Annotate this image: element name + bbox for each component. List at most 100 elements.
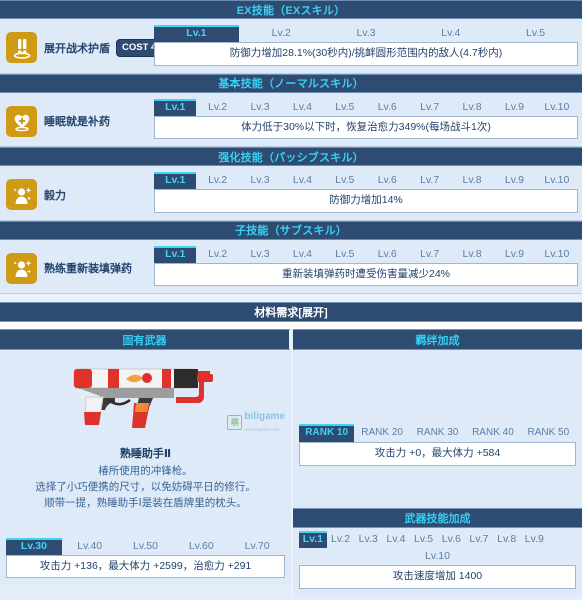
weapon-level-tabs: Lv.30 Lv.40 Lv.50 Lv.60 Lv.70 [6, 537, 285, 555]
weapon-level-tab[interactable]: Lv.30 [6, 537, 62, 555]
level-tab[interactable]: Lv.1 [154, 172, 197, 190]
shield-exclamation-icon [6, 32, 37, 63]
weapon-skill-level-tab[interactable]: Lv.2 [327, 531, 355, 548]
level-tab[interactable]: Lv.4 [408, 25, 493, 42]
level-tab[interactable]: Lv.9 [493, 172, 535, 189]
materials-gap [0, 294, 582, 303]
weapon-stats: 攻击力 +136，最大体力 +2599，治愈力 +291 [6, 554, 285, 579]
watermark-mark: 萌 [227, 414, 243, 430]
level-tab[interactable]: Lv.9 [493, 246, 535, 263]
weapon-column-header: 固有武器 [0, 329, 291, 351]
bond-rank-tab[interactable]: RANK 20 [354, 424, 409, 442]
bond-rank-tab[interactable]: RANK 40 [465, 424, 520, 442]
level-tab[interactable]: Lv.3 [239, 99, 281, 116]
materials-header[interactable]: 材料需求 [展开] [0, 302, 582, 323]
weapon-description: 椿所使用的冲锋枪。 选择了小巧便携的尺寸，以免妨碍平日的修行。 顺带一提，熟睡助… [0, 464, 291, 517]
level-tab[interactable]: Lv.2 [196, 172, 238, 189]
bond-stats: 攻击力 +0，最大体力 +584 [299, 442, 576, 466]
level-tab[interactable]: Lv.8 [451, 99, 493, 116]
weapon-skill-level-tab[interactable]: Lv.3 [354, 531, 382, 548]
weapon-skill-level-tab[interactable]: Lv.7 [465, 531, 493, 548]
bond-rank-tab[interactable]: RANK 30 [410, 424, 465, 442]
skill-levels-ex: Lv.1 Lv.2 Lv.3 Lv.4 Lv.5 防御力增加28.1%(30秒内… [154, 25, 578, 66]
weapon-skill-level-tab[interactable]: Lv.8 [493, 531, 521, 548]
level-tab[interactable]: Lv.10 [536, 172, 578, 189]
level-tabs-passive: Lv.1 Lv.2 Lv.3 Lv.4 Lv.5 Lv.6 Lv.7 Lv.8 … [154, 172, 578, 190]
level-tab[interactable]: Lv.7 [408, 172, 450, 189]
watermark-title: biligame [244, 411, 285, 423]
weapon-skill-level-tab[interactable]: Lv.1 [299, 530, 327, 548]
level-tab[interactable]: Lv.1 [154, 245, 197, 263]
weapon-level-tab[interactable]: Lv.40 [62, 538, 118, 555]
weapon-description-line: 顺带一提，熟睡助手Ⅰ是装在盾牌里的枕头。 [44, 496, 247, 509]
weapon-skill-level-tab[interactable]: Lv.6 [437, 531, 465, 548]
weapon-level-tab[interactable]: Lv.50 [118, 538, 174, 555]
level-tab[interactable]: Lv.6 [366, 246, 408, 263]
skill-name-normal: 睡眠就是补药 [44, 116, 110, 129]
level-tab[interactable]: Lv.4 [281, 246, 323, 263]
skill-name-passive: 毅力 [44, 189, 66, 202]
skill-row-passive: 毅力 Lv.1 Lv.2 Lv.3 Lv.4 Lv.5 Lv.6 Lv.7 Lv… [0, 166, 582, 221]
level-tab[interactable]: Lv.1 [154, 25, 239, 42]
weapon-skill-level-tab[interactable]: Lv.9 [521, 531, 549, 548]
level-tab[interactable]: Lv.6 [366, 99, 408, 116]
bond-rank-tab[interactable]: RANK 50 [521, 424, 576, 442]
skill-identity-normal: 睡眠就是补药 [6, 99, 154, 137]
skill-row-sub: 熟练重新装填弹药 Lv.1 Lv.2 Lv.3 Lv.4 Lv.5 Lv.6 L… [0, 239, 582, 295]
level-tab[interactable]: Lv.2 [196, 99, 238, 116]
level-tab[interactable]: Lv.6 [366, 172, 408, 189]
bond-spacer-top [293, 350, 582, 421]
level-tab[interactable]: Lv.5 [324, 246, 366, 263]
level-tab[interactable]: Lv.4 [281, 99, 323, 116]
weapon-image: 萌 biligame wiki.biligame.com [0, 350, 291, 443]
level-tab[interactable]: Lv.3 [239, 172, 281, 189]
materials-expand-toggle[interactable]: [展开] [298, 304, 327, 320]
skill-description-sub: 重新装填弹药时遭受伤害量减少24% [154, 262, 578, 287]
level-tab[interactable]: Lv.2 [239, 25, 324, 42]
level-tab[interactable]: Lv.10 [536, 99, 578, 116]
level-tab[interactable]: Lv.3 [324, 25, 409, 42]
skill-description-ex: 防御力增加28.1%(30秒内)/挑衅圆形范围内的敌人(4.7秒内) [154, 42, 578, 66]
bond-column-header: 羁绊加成 [293, 329, 582, 351]
bond-rank-tabs: RANK 10 RANK 20 RANK 30 RANK 40 RANK 50 [299, 424, 576, 443]
level-tab[interactable]: Lv.7 [408, 246, 450, 263]
weapon-description-line: 选择了小巧便携的尺寸，以免妨碍平日的修行。 [35, 481, 256, 494]
weapon-column-body: 萌 biligame wiki.biligame.com 熟睡助手Ⅱ 椿所使用的… [0, 350, 291, 585]
level-tab[interactable]: Lv.5 [493, 25, 578, 42]
level-tab[interactable]: Lv.2 [196, 246, 238, 263]
skill-identity-sub: 熟练重新装填弹药 [6, 246, 154, 284]
weapon-level-tab[interactable]: Lv.60 [173, 538, 229, 555]
weapon-column: 固有武器 萌 biligame wiki.biligame.com 熟睡助手Ⅱ … [0, 329, 291, 594]
weapon-description-line: 椿所使用的冲锋枪。 [98, 465, 193, 478]
level-tab[interactable]: Lv.7 [408, 99, 450, 116]
level-tab[interactable]: Lv.9 [493, 99, 535, 116]
weapon-skill-level-tab[interactable]: Lv.5 [410, 531, 438, 548]
bond-column: 羁绊加成 RANK 10 RANK 20 RANK 30 RANK 40 RAN… [293, 329, 582, 595]
level-tab[interactable]: Lv.8 [451, 172, 493, 189]
weapon-skill-header: 武器技能加成 [293, 507, 582, 528]
materials-title: 材料需求 [254, 307, 299, 320]
section-title-sub: 子技能（サブスキル） [0, 220, 582, 240]
skill-description-normal: 体力低于30%以下时，恢复治愈力349%(每场战斗1次) [154, 115, 578, 140]
skill-identity-passive: 毅力 [6, 172, 154, 211]
level-tab[interactable]: Lv.8 [451, 246, 493, 263]
level-tab[interactable]: Lv.3 [239, 246, 281, 263]
weapon-skill-level-tab[interactable]: Lv.10 [299, 548, 576, 565]
bond-rank-tab[interactable]: RANK 10 [299, 424, 355, 443]
level-tab[interactable]: Lv.1 [154, 98, 197, 116]
character-sparkle-icon [6, 179, 37, 211]
level-tab[interactable]: Lv.10 [536, 246, 578, 263]
weapon-skill-level-tab[interactable]: Lv.4 [382, 531, 410, 548]
skill-name-sub: 熟练重新装填弹药 [44, 263, 132, 276]
bond-rank-block: RANK 10 RANK 20 RANK 30 RANK 40 RANK 50 … [293, 420, 582, 466]
weapon-level-tab[interactable]: Lv.70 [229, 538, 285, 555]
level-tabs-sub: Lv.1 Lv.2 Lv.3 Lv.4 Lv.5 Lv.6 Lv.7 Lv.8 … [154, 245, 578, 263]
level-tabs-ex: Lv.1 Lv.2 Lv.3 Lv.4 Lv.5 [154, 25, 578, 42]
level-tab[interactable]: Lv.5 [324, 172, 366, 189]
detail-columns: 固有武器 萌 biligame wiki.biligame.com 熟睡助手Ⅱ … [0, 329, 582, 595]
level-tab[interactable]: Lv.5 [324, 99, 366, 116]
weapon-spacer [0, 517, 291, 538]
level-tab[interactable]: Lv.4 [281, 172, 323, 189]
weapon-skill-stats: 攻击速度增加 1400 [299, 564, 576, 589]
level-tabs-normal: Lv.1 Lv.2 Lv.3 Lv.4 Lv.5 Lv.6 Lv.7 Lv.8 … [154, 98, 578, 116]
